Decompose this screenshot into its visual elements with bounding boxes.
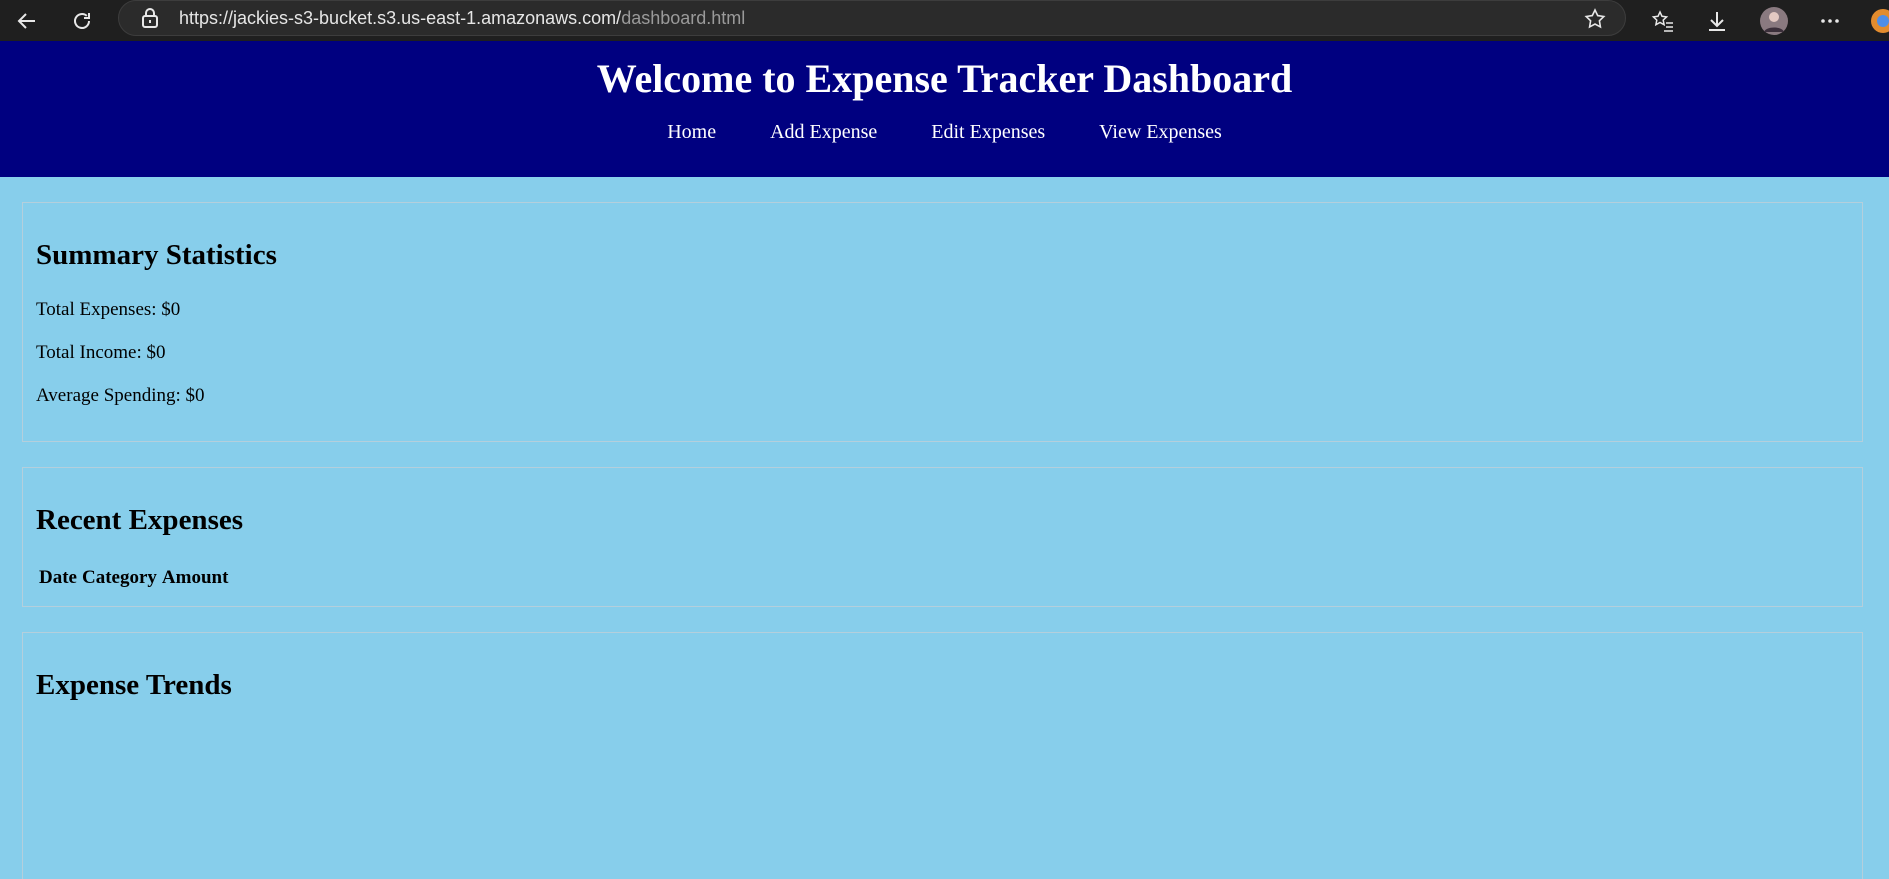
browser-toolbar: https://jackies-s3-bucket.s3.us-east-1.a… — [0, 0, 1889, 41]
site-header: Welcome to Expense Tracker Dashboard Hom… — [0, 41, 1889, 177]
expense-trends-chart-area — [36, 733, 1836, 873]
refresh-icon[interactable] — [65, 4, 99, 38]
back-icon[interactable] — [10, 4, 44, 38]
expense-trends-section: Expense Trends — [22, 632, 1863, 879]
column-category: Category — [81, 567, 157, 588]
total-expenses-text: Total Expenses: $0 — [36, 299, 181, 320]
summary-heading: Summary Statistics — [36, 239, 277, 271]
main-nav: Home Add Expense Edit Expenses View Expe… — [0, 121, 1889, 144]
recent-expenses-table-header: Date Category Amount — [39, 567, 228, 589]
copilot-icon[interactable] — [1870, 8, 1889, 34]
favorite-star-icon[interactable] — [1583, 7, 1607, 36]
download-icon[interactable] — [1700, 4, 1734, 38]
nav-home-link[interactable]: Home — [667, 121, 716, 144]
nav-view-expenses-link[interactable]: View Expenses — [1099, 121, 1222, 144]
more-options-icon[interactable] — [1813, 4, 1847, 38]
url-text: https://jackies-s3-bucket.s3.us-east-1.a… — [179, 8, 746, 28]
expense-trends-heading: Expense Trends — [36, 669, 232, 701]
favorites-list-icon[interactable] — [1646, 4, 1680, 38]
summary-statistics-section: Summary Statistics Total Expenses: $0 To… — [22, 202, 1863, 442]
nav-edit-expenses-link[interactable]: Edit Expenses — [931, 121, 1045, 144]
lock-icon[interactable] — [141, 8, 159, 33]
column-amount: Amount — [161, 567, 229, 588]
total-income-text: Total Income: $0 — [36, 342, 166, 363]
column-date: Date — [39, 567, 77, 588]
address-bar[interactable]: https://jackies-s3-bucket.s3.us-east-1.a… — [118, 0, 1626, 36]
average-spending-text: Average Spending: $0 — [36, 385, 205, 406]
recent-expenses-section: Recent Expenses Date Category Amount — [22, 467, 1863, 607]
recent-expenses-heading: Recent Expenses — [36, 504, 244, 536]
avatar[interactable] — [1757, 4, 1791, 38]
page-title: Welcome to Expense Tracker Dashboard — [596, 56, 1293, 101]
nav-add-expense-link[interactable]: Add Expense — [770, 121, 877, 144]
